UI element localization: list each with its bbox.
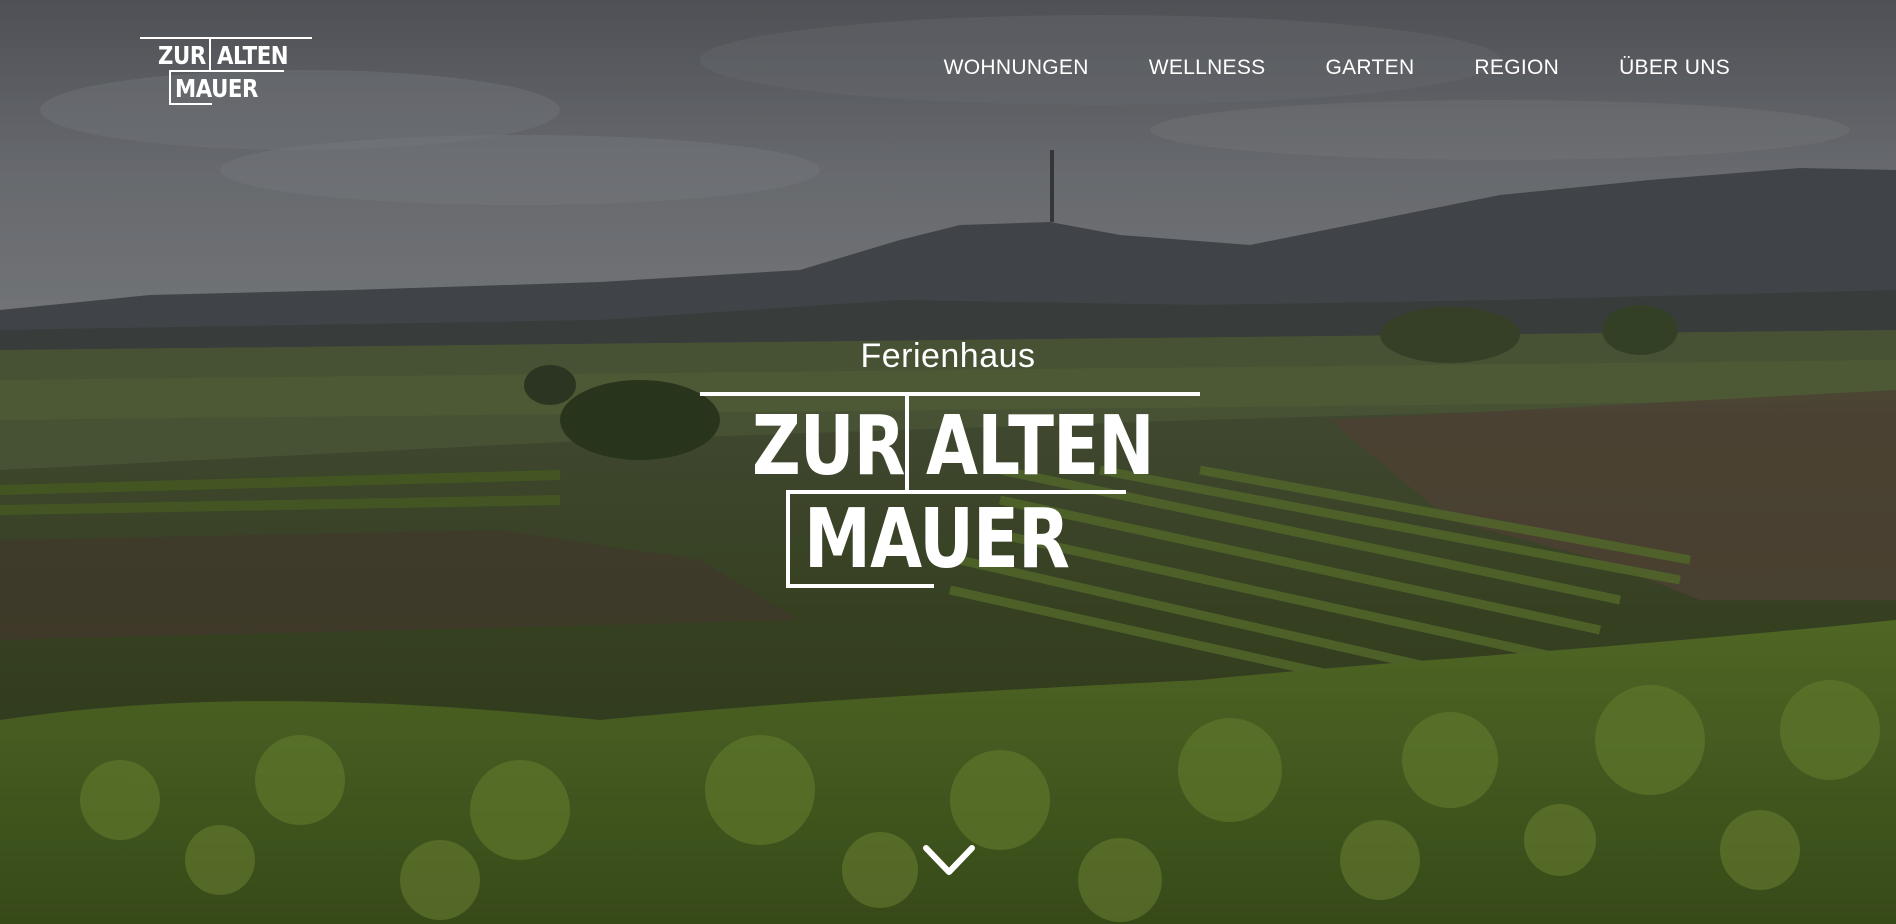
hero-title-mauer: MAUER	[804, 492, 1070, 587]
hero-title-zur: ZUR	[752, 399, 905, 494]
hero-logo-line-top	[700, 392, 1200, 396]
hero-logo: ZUR ALTEN MAUER	[700, 392, 1200, 588]
hero-logo-line-left	[786, 490, 790, 588]
hero-logo-line-vertical	[905, 396, 909, 492]
hero-subtitle: Ferienhaus	[860, 337, 1036, 375]
scroll-down-button[interactable]	[922, 842, 976, 878]
hero-title-alten: ALTEN	[926, 399, 1155, 494]
chevron-down-icon	[923, 845, 975, 875]
hero-section: ZUR ALTEN MAUER WOHNUNGEN WELLNESS GARTE…	[0, 0, 1896, 924]
hero-branding: Ferienhaus ZUR ALTEN MAUER	[0, 0, 1896, 924]
